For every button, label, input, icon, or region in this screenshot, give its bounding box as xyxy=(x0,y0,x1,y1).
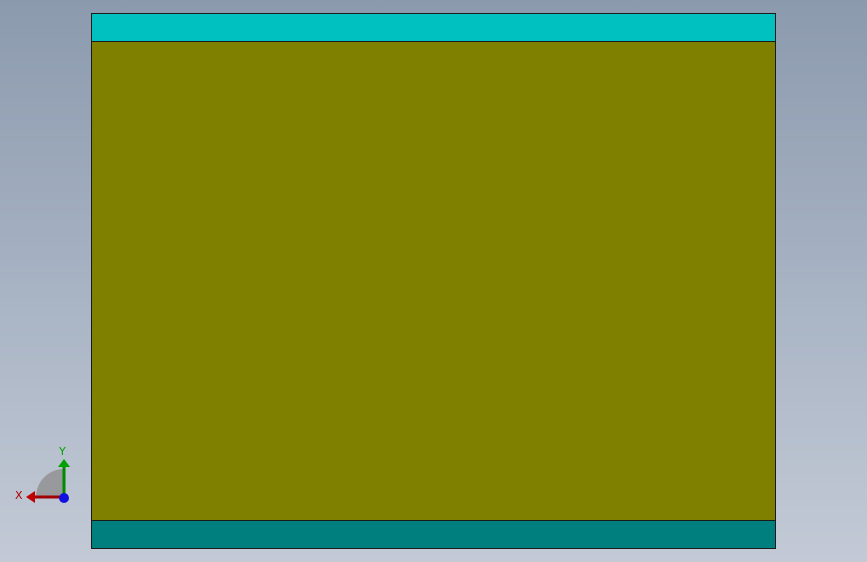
middle-face[interactable] xyxy=(91,41,776,521)
part-model[interactable] xyxy=(91,13,776,549)
plane-indicator xyxy=(36,469,64,497)
y-axis-label: Y xyxy=(58,445,66,458)
graphics-viewport[interactable]: Y X xyxy=(0,0,867,562)
x-axis-label: X xyxy=(15,489,23,502)
top-face[interactable] xyxy=(91,13,776,42)
coordinate-triad-icon: Y X xyxy=(12,440,74,510)
y-axis-arrow xyxy=(58,459,70,467)
x-axis-arrow xyxy=(26,491,35,503)
z-axis-dot xyxy=(59,493,69,503)
bottom-face[interactable] xyxy=(91,520,776,549)
